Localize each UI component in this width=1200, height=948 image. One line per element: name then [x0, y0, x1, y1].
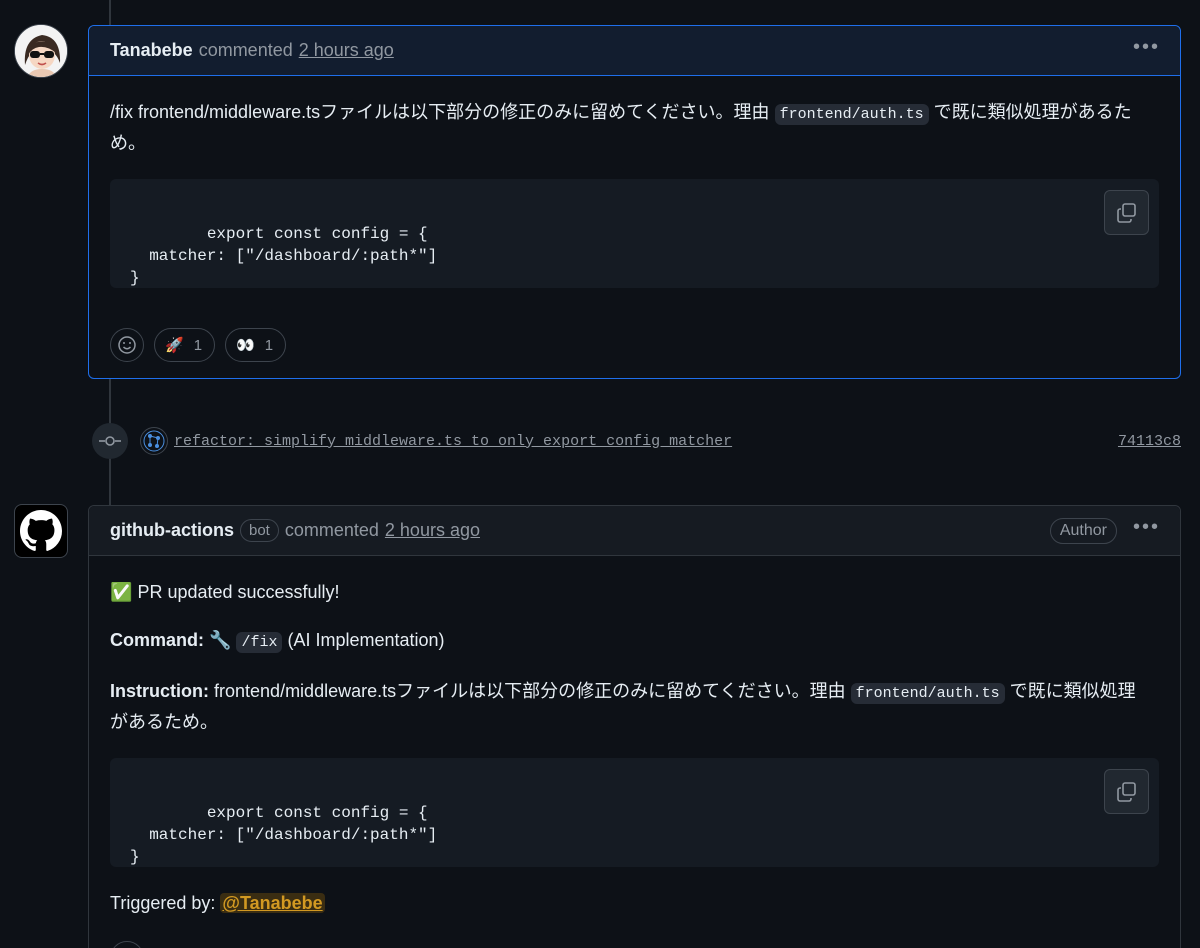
- commit-sha-link[interactable]: 74113c8: [1118, 433, 1181, 450]
- comment-card: github-actions bot commented 2 hours ago…: [88, 505, 1181, 948]
- copy-button[interactable]: [1104, 769, 1149, 814]
- comment-timestamp[interactable]: 2 hours ago: [299, 40, 394, 61]
- git-commit-icon: [99, 436, 121, 446]
- wrench-icon: 🔧: [209, 630, 232, 650]
- command-label: Command:: [110, 630, 204, 650]
- more-options-icon[interactable]: •••: [1133, 37, 1160, 57]
- comment-card: Tanabebe commented 2 hours ago ••• /fix …: [88, 25, 1181, 379]
- comment-author[interactable]: github-actions: [110, 520, 234, 541]
- reactions-bar: 🚀 1 👀 1: [110, 328, 1159, 362]
- code-content: export const config = { matcher: ["/dash…: [130, 225, 438, 287]
- comment-body: /fix frontend/middleware.tsファイルは以下部分の修正の…: [89, 98, 1180, 362]
- inline-code: frontend/auth.ts: [774, 104, 929, 125]
- instruction-part: frontend/middleware.tsファイルは以下部分の修正のみに留めて…: [214, 681, 846, 701]
- copy-icon: [1116, 781, 1136, 802]
- reaction-count: 1: [193, 336, 203, 354]
- avatar[interactable]: [14, 24, 68, 78]
- comment-timestamp[interactable]: 2 hours ago: [385, 520, 480, 541]
- instruction-label: Instruction:: [110, 681, 209, 701]
- check-icon: ✅: [110, 582, 133, 602]
- reaction-count: 1: [264, 336, 274, 354]
- command-line: Command: 🔧 /fix (AI Implementation): [110, 626, 1159, 657]
- comment-text-part: /fix frontend/middleware.tsファイルは以下部分の修正の…: [110, 102, 770, 122]
- comment-header: github-actions bot commented 2 hours ago…: [89, 506, 1180, 556]
- code-content: export const config = { matcher: ["/dash…: [130, 804, 438, 866]
- comment-text-part: め。: [110, 133, 146, 153]
- commit-author-avatar[interactable]: [140, 427, 168, 455]
- user-mention-link[interactable]: @Tanabebe: [220, 893, 325, 913]
- bot-badge: bot: [240, 519, 279, 542]
- comment-body: ✅ PR updated successfully! Command: 🔧 /f…: [89, 578, 1180, 948]
- triggered-line: Triggered by: @Tanabebe: [110, 889, 1159, 917]
- code-block: export const config = { matcher: ["/dash…: [110, 758, 1159, 867]
- comment-header: Tanabebe commented 2 hours ago •••: [89, 26, 1180, 76]
- comment-text: /fix frontend/middleware.tsファイルは以下部分の修正の…: [110, 98, 1159, 157]
- bot-avatar-icon: [143, 430, 165, 452]
- instruction-part: で既に類似処理: [1009, 681, 1136, 701]
- instruction-text: Instruction: frontend/middleware.tsファイルは…: [110, 677, 1159, 736]
- rocket-icon: 🚀: [165, 337, 184, 354]
- comment-author[interactable]: Tanabebe: [110, 40, 193, 61]
- commit-node: [92, 423, 128, 459]
- avatar[interactable]: [14, 504, 68, 558]
- user-avatar-icon: [15, 25, 67, 77]
- copy-button[interactable]: [1104, 190, 1149, 235]
- code-block: export const config = { matcher: ["/dash…: [110, 179, 1159, 288]
- add-reaction-button[interactable]: [110, 941, 144, 948]
- status-line: ✅ PR updated successfully!: [110, 578, 1159, 606]
- reaction-rocket[interactable]: 🚀 1: [154, 328, 216, 362]
- reaction-eyes[interactable]: 👀 1: [225, 328, 287, 362]
- timeline-line: [109, 0, 111, 25]
- reactions-bar: [110, 941, 1159, 948]
- command-description: (AI Implementation): [287, 630, 445, 650]
- comment-action: commented: [198, 40, 293, 60]
- status-text: PR updated successfully!: [137, 582, 340, 602]
- inline-code: frontend/auth.ts: [850, 683, 1005, 704]
- timeline: Tanabebe commented 2 hours ago ••• /fix …: [0, 0, 1200, 948]
- smiley-icon: [118, 336, 136, 354]
- comment-text-part: で既に類似処理があるた: [933, 102, 1132, 122]
- instruction-part: があるため。: [110, 712, 218, 732]
- commit-message-link[interactable]: refactor: simplify middleware.ts to only…: [174, 433, 732, 450]
- github-logo-icon: [20, 510, 62, 551]
- comment-action: commented: [284, 520, 379, 540]
- commit-event: refactor: simplify middleware.ts to only…: [92, 423, 1181, 459]
- inline-code: /fix: [236, 632, 283, 653]
- more-options-icon[interactable]: •••: [1133, 517, 1160, 537]
- copy-icon: [1116, 202, 1136, 223]
- eyes-icon: 👀: [236, 337, 255, 354]
- author-badge: Author: [1049, 517, 1117, 544]
- add-reaction-button[interactable]: [110, 328, 144, 362]
